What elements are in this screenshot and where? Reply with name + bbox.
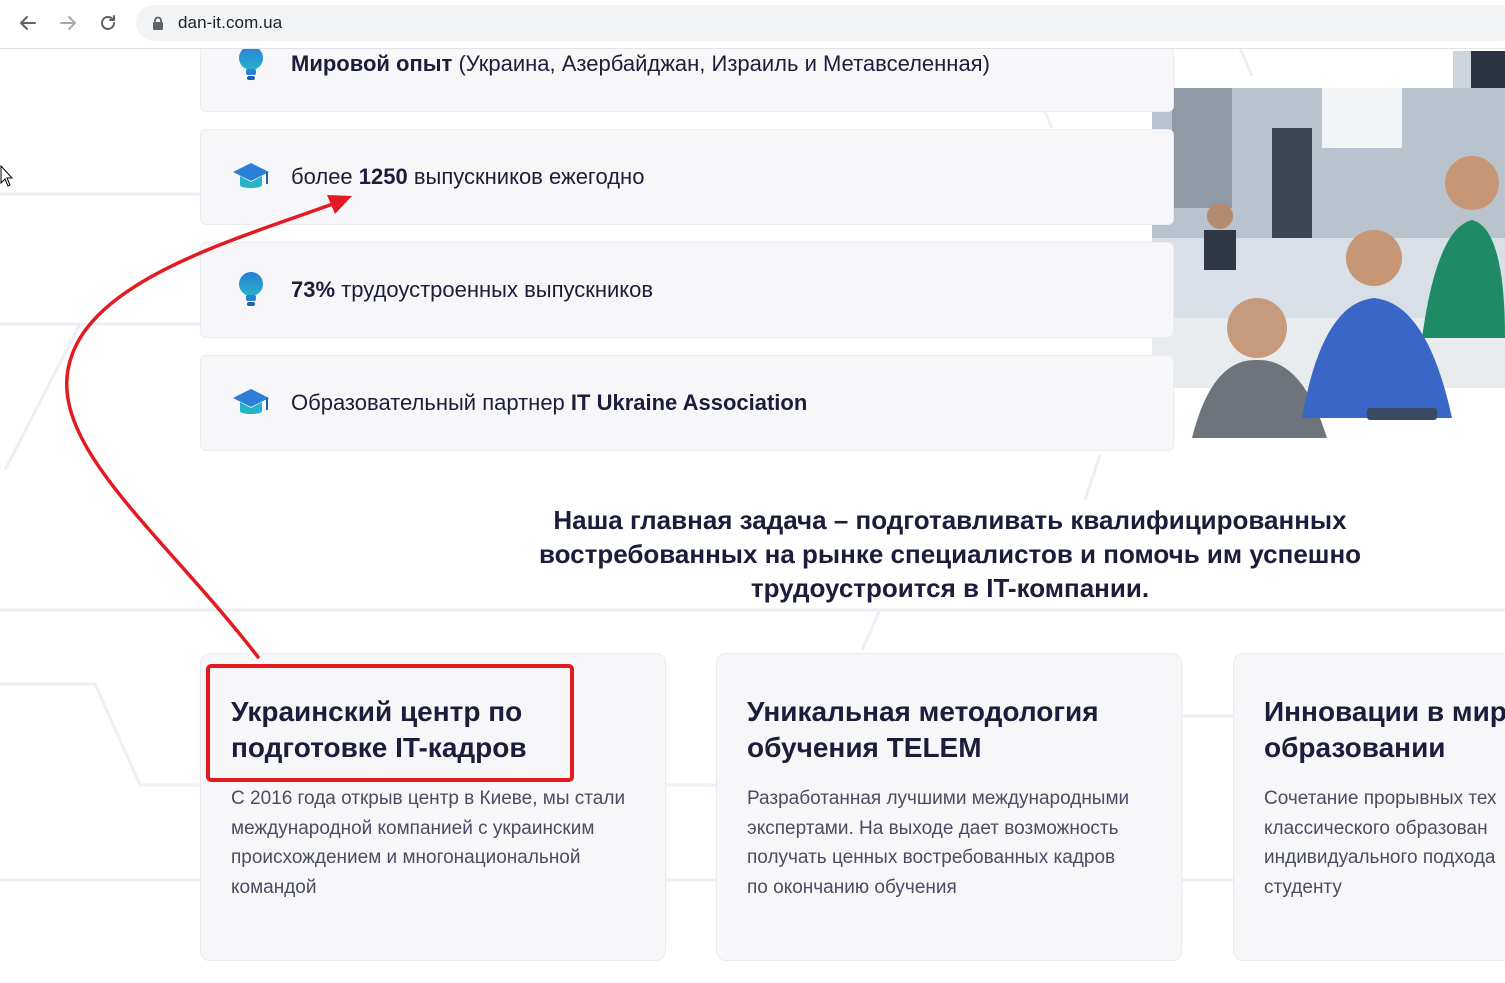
card-text: С 2016 года открыв центр в Киеве, мы ста… [231,788,626,898]
browser-toolbar: dan-it.com.ua [0,0,1505,49]
stat-row-graduates: более 1250 выпускников ежегодно [200,129,1174,225]
stat-text: Образовательный партнер IT Ukraine Assoc… [291,390,808,415]
reload-button[interactable] [93,8,123,38]
card-title: Украинский центр по подготовке IT-кадров [231,696,527,763]
stat-row-partner: Образовательный партнер IT Ukraine Assoc… [200,355,1174,451]
lock-icon [152,16,164,31]
stat-text: Мировой опыт (Украина, Азербайджан, Изра… [291,51,990,76]
reload-icon [101,15,115,30]
feature-card-telem: Уникальная методология обучения TELEM Раз… [716,653,1182,961]
address-bar[interactable]: dan-it.com.ua [136,5,1505,41]
url-text: dan-it.com.ua [178,13,283,32]
feature-card-ukraine-center: Украинский центр по подготовке IT-кадров … [200,653,666,961]
card-text: Разработанная лучшими международными эксп… [747,788,1130,898]
card-text: Сочетание прорывных тех классического обр… [1264,788,1497,898]
card-title: Уникальная методология обучения TELEM [747,696,1099,763]
stat-row-employment: 73% трудоустроенных выпускников [200,242,1174,338]
graduation-cap-icon [231,157,271,197]
stat-text: 73% трудоустроенных выпускников [291,277,654,302]
arrow-left-icon [20,16,36,30]
back-button[interactable] [13,8,43,38]
arrow-right-icon [60,16,76,30]
lightbulb-icon [231,44,271,84]
card-title: Инновации в миро образовании [1264,696,1505,763]
forward-button[interactable] [53,8,83,38]
students-photo [1152,88,1505,438]
lightbulb-icon [231,270,271,310]
mission-statement: Наша главная задача – подготавливать ква… [538,505,1362,603]
graduation-cap-icon [231,383,271,423]
stat-text: более 1250 выпускников ежегодно [291,164,645,189]
feature-card-innovations: Инновации в миро образовании Сочетание пр… [1233,653,1505,961]
mouse-cursor-icon [0,165,14,187]
